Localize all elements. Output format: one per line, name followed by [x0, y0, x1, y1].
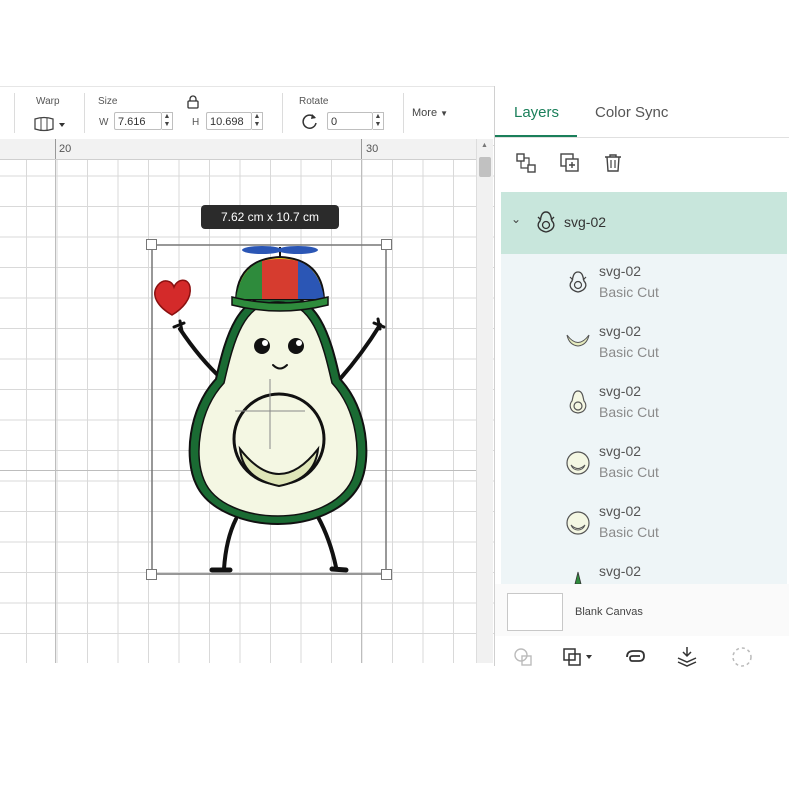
layer-row[interactable]: svg-02 Basic Cut — [501, 434, 787, 494]
contour-icon[interactable] — [731, 646, 753, 673]
layer-group-row[interactable]: ⌄ svg-02 — [501, 192, 787, 254]
ruler-mark-20: 20 — [59, 143, 72, 155]
edit-toolbar: Warp Size W 7.616 ▲ ▼ H 10.698 ▲ ▼ Rotate … — [0, 86, 494, 140]
layer-group-name: svg-02 — [564, 214, 607, 230]
ruler-tick — [55, 139, 56, 159]
ruler-mark-30: 30 — [366, 143, 379, 155]
attach-icon[interactable] — [623, 646, 647, 673]
design-canvas[interactable]: 7.62 cm x 10.7 cm — [0, 139, 494, 663]
layer-name: svg-02 — [599, 383, 642, 399]
layer-type: Basic Cut — [599, 404, 659, 420]
size-label: Size — [98, 96, 118, 107]
scroll-up-icon[interactable]: ▲ — [481, 142, 488, 149]
layer-name: svg-02 — [599, 503, 642, 519]
resize-handle[interactable] — [381, 239, 392, 250]
toolbar-divider — [282, 93, 283, 133]
chevron-down-icon[interactable]: ⌄ — [511, 212, 521, 226]
tab-layers[interactable]: Layers — [514, 104, 559, 121]
duplicate-icon[interactable] — [559, 152, 581, 179]
height-stepper[interactable]: ▲ ▼ — [252, 112, 263, 130]
resize-handle[interactable] — [381, 569, 392, 580]
blank-canvas-thumbnail — [507, 593, 563, 631]
layer-row[interactable]: svg-02 Basic Cut — [501, 314, 787, 374]
blank-canvas-label: Blank Canvas — [575, 606, 643, 618]
height-input[interactable]: 10.698 — [206, 112, 252, 130]
ruler-tick — [361, 139, 362, 159]
layer-name: svg-02 — [599, 263, 642, 279]
width-stepper[interactable]: ▲ ▼ — [162, 112, 173, 130]
avocado-body-icon — [567, 388, 589, 421]
tab-divider — [495, 137, 789, 138]
flatten-icon[interactable] — [675, 644, 699, 673]
slice-icon[interactable] — [513, 646, 535, 673]
avocado-outline-icon — [567, 268, 589, 299]
canvas-scrollbar[interactable]: ▲ — [476, 139, 493, 663]
layer-name: svg-02 — [599, 563, 642, 579]
tab-color-sync[interactable]: Color Sync — [595, 104, 668, 121]
group-icon[interactable] — [515, 152, 537, 179]
crescent-icon — [565, 332, 591, 353]
avocado-outline-icon — [535, 208, 557, 239]
width-label: W — [99, 117, 109, 128]
layers-list: ⌄ svg-02 svg-02 Basic Cut svg-02 Basic C… — [501, 192, 787, 584]
warp-button[interactable] — [33, 115, 69, 133]
scrollbar-thumb[interactable] — [479, 157, 491, 177]
warp-label: Warp — [36, 96, 60, 107]
toolbar-divider — [403, 93, 404, 133]
layer-name: svg-02 — [599, 323, 642, 339]
toolbar-divider — [14, 93, 15, 133]
pit-icon — [565, 450, 591, 481]
lock-ratio-icon[interactable] — [186, 95, 200, 114]
resize-handle[interactable] — [146, 239, 157, 250]
layer-row[interactable]: svg-02 Basic Cut — [501, 374, 787, 434]
layer-name: svg-02 — [599, 443, 642, 459]
layer-type: Basic Cut — [599, 464, 659, 480]
layer-type: Basic Cut — [599, 524, 659, 540]
small-leaf-icon — [573, 571, 583, 584]
rotate-input[interactable]: 0 — [327, 112, 373, 130]
more-label: More — [412, 107, 438, 119]
height-label: H — [192, 117, 200, 128]
size-tooltip: 7.62 cm x 10.7 cm — [201, 205, 339, 229]
layer-type: Basic Cut — [599, 284, 659, 300]
layers-panel: Layers Color Sync ⌄ svg-02 svg-02 Basic … — [494, 86, 789, 667]
warp-icon — [34, 116, 65, 132]
combine-icon[interactable] — [561, 646, 595, 673]
blank-canvas-row[interactable]: Blank Canvas — [495, 584, 789, 636]
layer-row[interactable]: svg-02 Basic Cut — [501, 494, 787, 554]
layer-type: Basic Cut — [599, 344, 659, 360]
rotate-label: Rotate — [299, 96, 329, 107]
toolbar-divider — [84, 93, 85, 133]
resize-handle[interactable] — [146, 569, 157, 580]
delete-icon[interactable] — [602, 152, 624, 179]
pit-icon — [565, 510, 591, 541]
rotate-icon[interactable] — [300, 111, 320, 136]
rotate-stepper[interactable]: ▲ ▼ — [373, 112, 384, 130]
layer-row[interactable]: svg-02 — [501, 554, 787, 584]
more-menu-button[interactable]: More ▼ — [412, 107, 448, 119]
width-input[interactable]: 7.616 — [114, 112, 162, 130]
caret-down-icon: ▼ — [440, 109, 449, 118]
horizontal-ruler: 20 30 — [0, 139, 476, 160]
layer-row[interactable]: svg-02 Basic Cut — [501, 254, 787, 314]
